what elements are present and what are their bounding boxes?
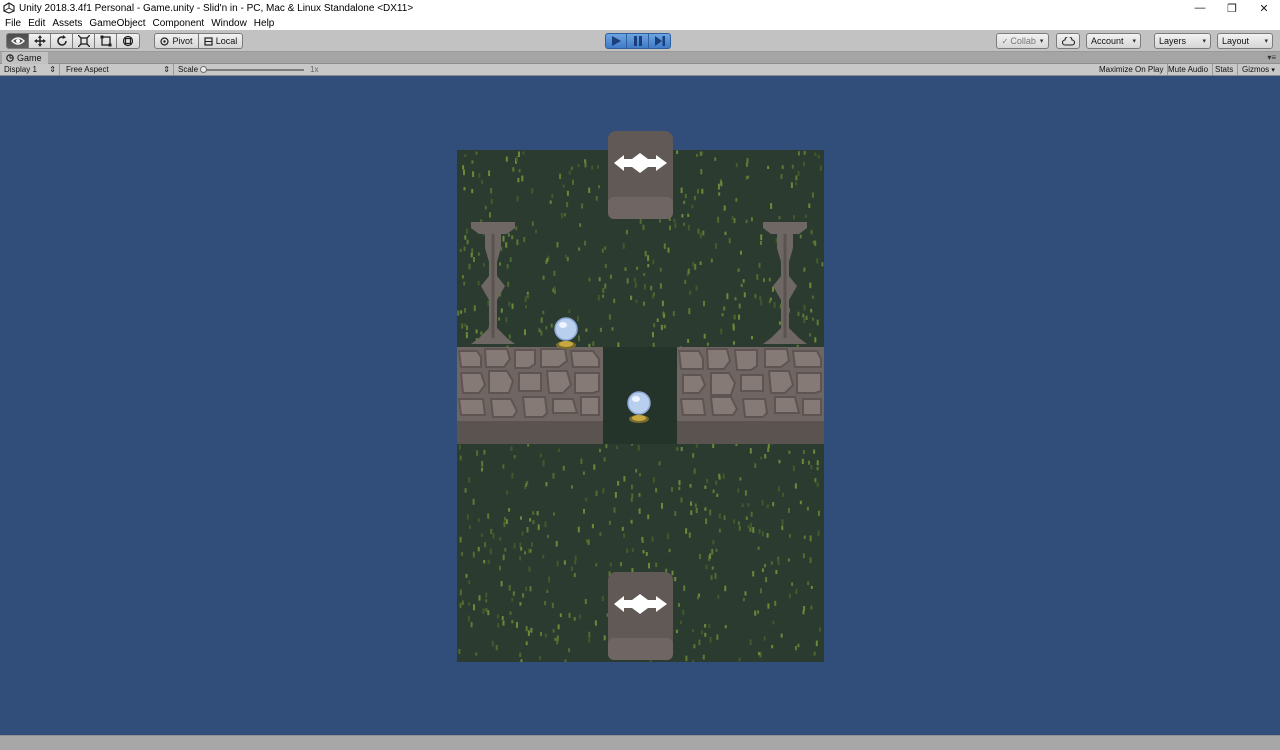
wall-base — [677, 421, 824, 444]
menu-gameobject[interactable]: GameObject — [86, 18, 148, 29]
chevron-down-icon: ▾ — [1271, 67, 1275, 74]
local-icon — [204, 36, 213, 46]
game-viewport[interactable] — [0, 76, 1280, 735]
transform-tool-button[interactable] — [117, 33, 140, 49]
pillar-left — [471, 222, 515, 344]
rotate-icon — [56, 35, 67, 46]
restore-button[interactable]: ❐ — [1216, 0, 1248, 16]
rect-tool-button[interactable] — [95, 33, 117, 49]
orb-left — [554, 317, 578, 349]
orb-center — [627, 391, 651, 423]
stats-toggle[interactable]: Stats — [1211, 64, 1239, 75]
display-dropdown[interactable]: Display 1 ⇕ — [0, 64, 60, 75]
aspect-label: Free Aspect — [66, 65, 109, 74]
step-icon — [654, 36, 665, 46]
pivot-icon — [160, 36, 170, 46]
gizmos-dropdown[interactable]: Gizmos ▾ — [1238, 64, 1279, 75]
wall-right — [677, 347, 824, 444]
mute-audio-toggle[interactable]: Mute Audio — [1164, 64, 1214, 75]
window-title: Unity 2018.3.4f1 Personal - Game.unity -… — [19, 2, 414, 14]
tab-game-label: Game — [17, 53, 42, 63]
cobblestone-texture — [677, 348, 822, 418]
status-bar — [0, 735, 1280, 750]
scale-tool-button[interactable] — [73, 33, 95, 49]
unity-logo-icon — [3, 2, 15, 14]
eye-icon — [10, 37, 25, 45]
menu-file[interactable]: File — [2, 18, 24, 29]
menu-bar: File Edit Assets GameObject Component Wi… — [0, 16, 1280, 30]
scale-value: 1x — [310, 65, 319, 74]
maximize-on-play-toggle[interactable]: Maximize On Play — [1095, 64, 1169, 75]
local-label: Local — [215, 36, 238, 46]
chevron-down-icon: ▾ — [1202, 38, 1206, 45]
main-toolbar: Pivot Local ✓ Collab ▾ Account ▾ Layers … — [0, 30, 1280, 52]
layers-dropdown[interactable]: Layers ▾ — [1154, 33, 1211, 49]
pillar-right — [763, 222, 807, 344]
move-icon — [33, 35, 46, 47]
layout-label: Layout — [1222, 36, 1250, 46]
cloud-button[interactable] — [1056, 33, 1080, 49]
layers-label: Layers — [1159, 36, 1187, 46]
layers-group: Layers ▾ — [1154, 33, 1211, 49]
scale-slider-handle[interactable] — [200, 66, 207, 73]
minimize-button[interactable]: — — [1184, 0, 1216, 16]
up-down-arrow-icon: ⇕ — [49, 65, 56, 74]
transform-icon — [122, 35, 134, 47]
account-dropdown[interactable]: Account ▾ — [1086, 33, 1141, 49]
menu-window[interactable]: Window — [208, 18, 250, 29]
cloud-group — [1056, 33, 1080, 49]
game-tab-header: Game ▾≡ — [0, 52, 1280, 64]
game-view-controls: Display 1 ⇕ Free Aspect ⇕ Scale 1x Maxim… — [0, 64, 1280, 76]
tab-menu-icon[interactable]: ▾≡ — [1267, 52, 1276, 64]
scale-label: Scale — [178, 65, 199, 74]
chevron-down-icon: ▾ — [1039, 38, 1044, 45]
check-icon: ✓ — [1001, 36, 1009, 46]
up-down-arrow-icon: ⇕ — [163, 65, 170, 74]
scale-icon — [77, 35, 90, 47]
display-label: Display 1 — [4, 65, 37, 74]
transform-tools — [6, 33, 140, 49]
chevron-down-icon: ▾ — [1264, 38, 1268, 45]
collab-group: ✓ Collab ▾ — [996, 33, 1049, 49]
layout-dropdown[interactable]: Layout ▾ — [1217, 33, 1273, 49]
collab-button[interactable]: ✓ Collab ▾ — [996, 33, 1049, 49]
pause-icon — [633, 36, 642, 46]
aspect-dropdown[interactable]: Free Aspect ⇕ — [62, 64, 174, 75]
pivot-button[interactable]: Pivot — [154, 33, 199, 49]
move-tool-button[interactable] — [29, 33, 51, 49]
door-top — [608, 131, 673, 219]
play-button[interactable] — [605, 33, 627, 49]
scale-slider-track[interactable] — [204, 69, 304, 71]
cobblestone-texture — [457, 348, 600, 418]
menu-edit[interactable]: Edit — [25, 18, 48, 29]
tab-game[interactable]: Game — [2, 52, 48, 64]
local-button[interactable]: Local — [199, 33, 243, 49]
menu-component[interactable]: Component — [150, 18, 208, 29]
pivot-label: Pivot — [172, 36, 193, 46]
window-title-bar: Unity 2018.3.4f1 Personal - Game.unity -… — [0, 0, 1280, 16]
rect-transform-icon — [100, 35, 111, 47]
cloud-icon — [1061, 36, 1075, 46]
pivot-toggles: Pivot Local — [154, 33, 243, 49]
game-level — [457, 131, 824, 662]
menu-help[interactable]: Help — [251, 18, 278, 29]
collab-label: Collab — [1010, 36, 1036, 46]
wall-base — [457, 421, 603, 444]
account-label: Account — [1091, 36, 1124, 46]
chevron-down-icon: ▾ — [1132, 38, 1136, 45]
pause-button[interactable] — [627, 33, 649, 49]
game-controller-icon — [6, 54, 14, 62]
door-bottom — [608, 572, 673, 660]
rotate-tool-button[interactable] — [51, 33, 73, 49]
view-tool-button[interactable] — [6, 33, 29, 49]
layout-group: Layout ▾ — [1217, 33, 1273, 49]
gizmos-label: Gizmos — [1242, 65, 1270, 74]
menu-assets[interactable]: Assets — [49, 18, 85, 29]
close-button[interactable]: ✕ — [1248, 0, 1280, 16]
step-button[interactable] — [649, 33, 671, 49]
wall-left — [457, 347, 603, 444]
play-icon — [612, 36, 621, 46]
account-group: Account ▾ — [1086, 33, 1141, 49]
play-controls — [605, 33, 671, 49]
